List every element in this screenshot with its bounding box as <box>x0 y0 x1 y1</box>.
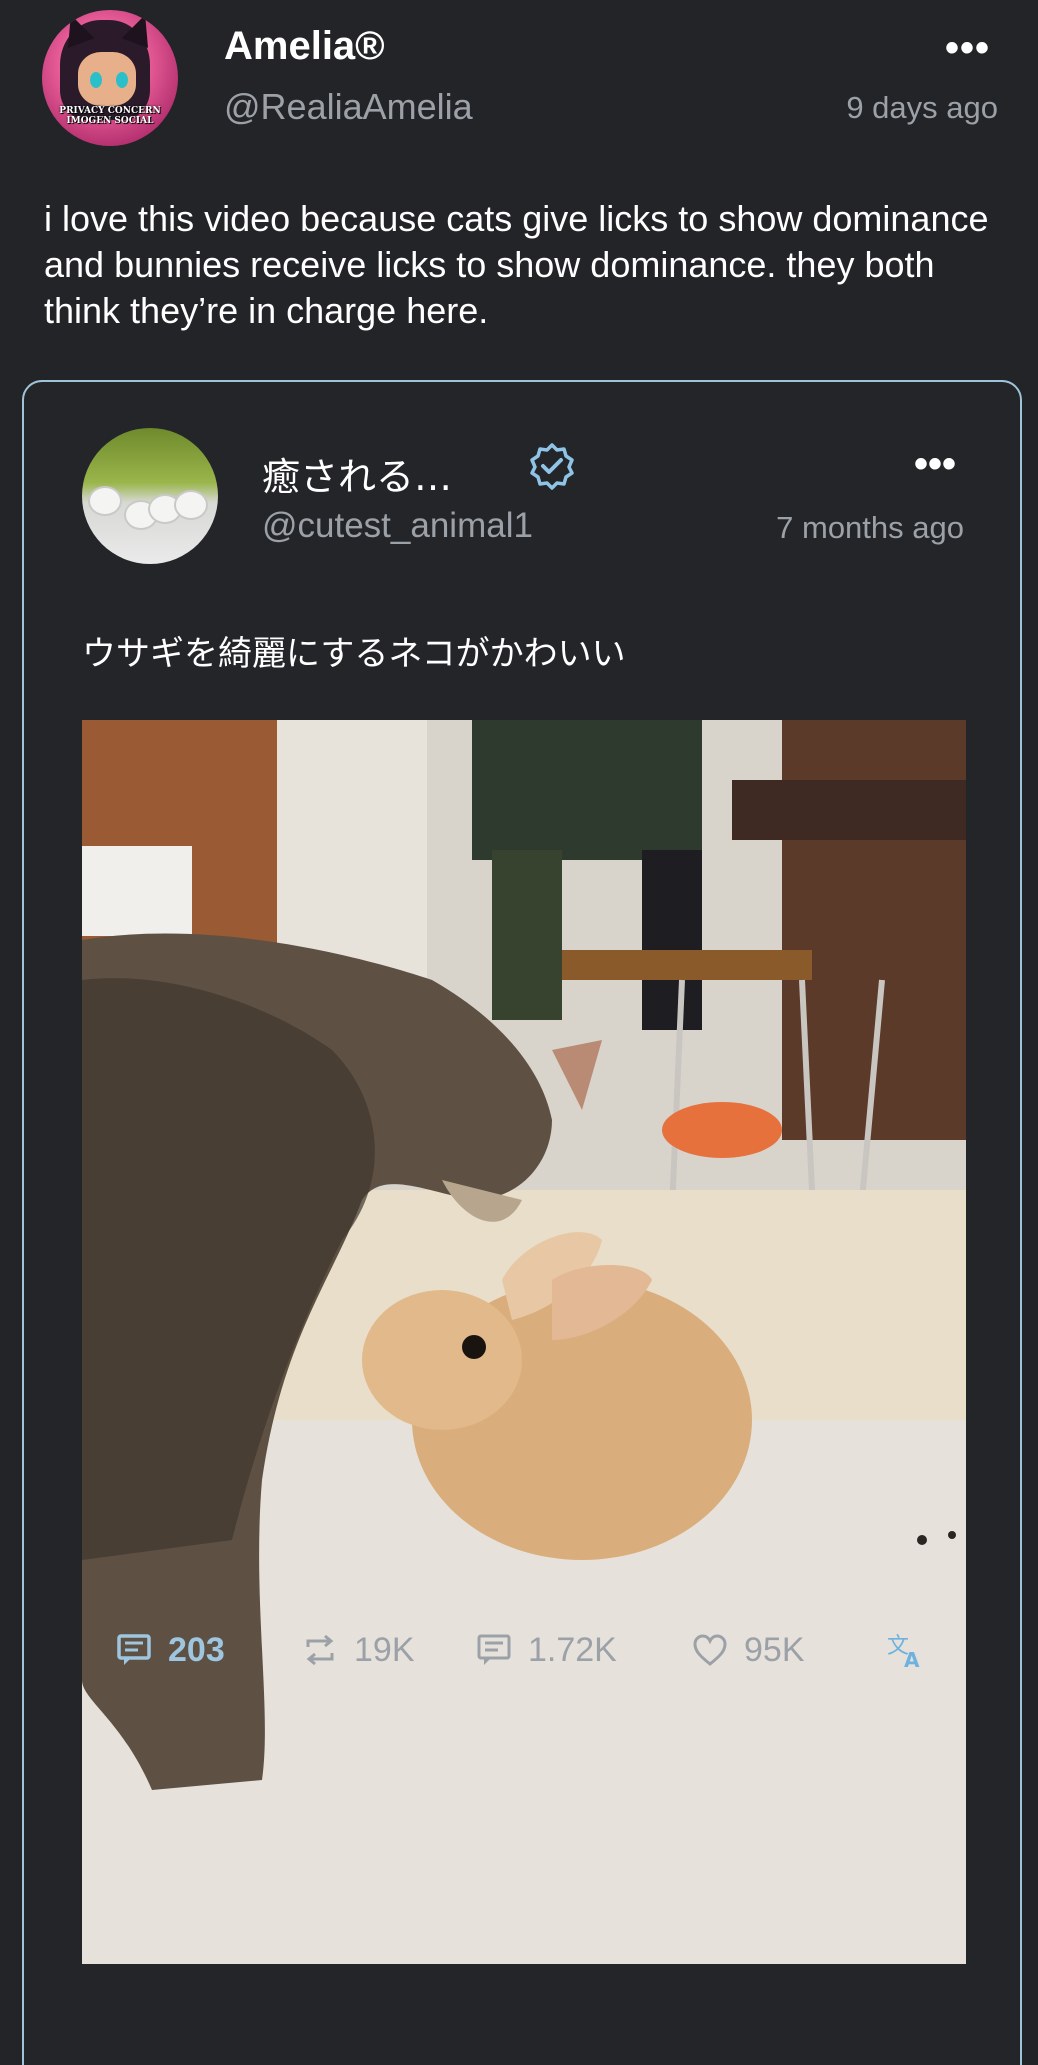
like-count: 95K <box>744 1630 805 1669</box>
quoted-author-avatar[interactable] <box>82 428 218 564</box>
comment-button[interactable]: 1.72K <box>476 1620 617 1680</box>
quote-icon <box>117 1634 151 1665</box>
translate-icon: 文 A <box>887 1634 920 1669</box>
quoted-author-handle[interactable]: @cutest_animal1 <box>262 506 533 546</box>
avatar-eye-right <box>116 72 128 88</box>
svg-text:A: A <box>904 1648 920 1669</box>
avatar-caption: PRIVACY CONCERN IMOGEN SOCIAL <box>59 106 161 126</box>
verified-icon <box>530 443 574 490</box>
repost-button[interactable]: 19K <box>302 1620 415 1680</box>
repost-count: 19K <box>354 1630 415 1669</box>
action-bar: 203 19K 1.72K 95K 文 A <box>92 1620 952 1680</box>
quoted-post-timestamp: 7 months ago <box>776 510 964 545</box>
like-icon <box>693 1634 727 1666</box>
quote-count-button[interactable]: 203 <box>116 1620 225 1680</box>
comment-icon <box>477 1634 511 1665</box>
author-handle[interactable]: @RealiaAmelia <box>224 86 473 128</box>
quoted-author-display-name[interactable]: 癒される… <box>262 446 452 501</box>
quoted-more-options-icon[interactable]: ••• <box>914 444 956 484</box>
translate-button[interactable]: 文 A <box>886 1620 942 1680</box>
quoted-post-text: ウサギを綺麗にするネコがかわいい <box>82 634 626 674</box>
author-display-name[interactable]: Amelia® <box>224 24 385 69</box>
author-avatar[interactable]: PRIVACY CONCERN IMOGEN SOCIAL <box>42 10 178 146</box>
repost-icon <box>306 1634 334 1666</box>
post-text: i love this video because cats give lick… <box>44 198 989 331</box>
more-options-icon[interactable]: ••• <box>945 28 990 68</box>
post-timestamp: 9 days ago <box>846 90 998 125</box>
video-scene <box>82 720 966 1964</box>
avatar-puppy <box>174 490 208 520</box>
avatar-puppy <box>88 486 122 516</box>
quoted-post-card[interactable]: 癒される… @cutest_animal1 7 months ago ••• ウ… <box>22 380 1022 2065</box>
comment-count: 1.72K <box>528 1630 617 1669</box>
avatar-eye-left <box>90 72 102 88</box>
quote-count: 203 <box>168 1630 225 1669</box>
like-button[interactable]: 95K <box>692 1620 805 1680</box>
video-thumbnail[interactable] <box>82 720 966 1964</box>
